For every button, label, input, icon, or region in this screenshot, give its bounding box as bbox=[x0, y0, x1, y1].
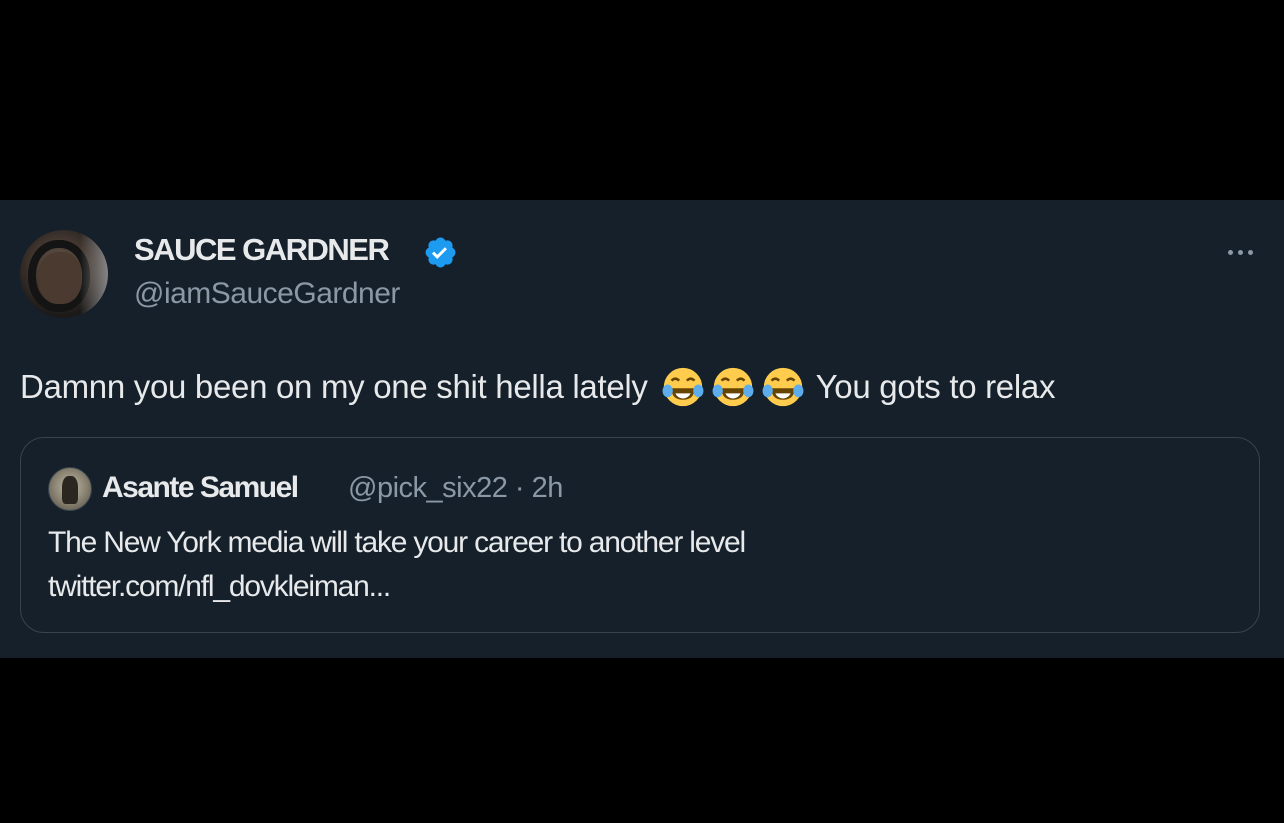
face-with-tears-of-joy-icon bbox=[662, 367, 704, 407]
avatar-background bbox=[80, 230, 108, 318]
face-with-tears-of-joy-icon bbox=[762, 367, 804, 407]
more-dot bbox=[1227, 249, 1233, 255]
quoted-author-avatar bbox=[48, 467, 92, 511]
tweet-text-before: Damnn you been on my one shit hella late… bbox=[20, 368, 648, 405]
author-handle[interactable]: @iamSauceGardner bbox=[134, 277, 400, 311]
avatar-face bbox=[38, 252, 82, 304]
quoted-link[interactable]: twitter.com/nfl_dovkleiman... bbox=[48, 565, 745, 609]
face-with-tears-of-joy-icon bbox=[712, 367, 754, 407]
quoted-author-name: Asante Samuel bbox=[102, 471, 299, 504]
quoted-author-meta: @pick_six22 · 2h bbox=[348, 472, 563, 504]
quoted-tweet-text: The New York media will take your career… bbox=[48, 521, 746, 609]
screenshot-stage: SAUCE GARDNER @iamSauceGardner Damnn you… bbox=[0, 0, 1284, 823]
tweet-text-after: You gots to relax bbox=[815, 368, 1056, 405]
author-avatar[interactable] bbox=[20, 230, 108, 318]
tweet-text: Damnn you been on my one shit hella late… bbox=[20, 364, 1055, 410]
more-options-icon[interactable] bbox=[1220, 240, 1260, 264]
emoji-group bbox=[660, 364, 806, 410]
author-display-name[interactable]: SAUCE GARDNER bbox=[134, 232, 390, 268]
more-dot bbox=[1247, 249, 1253, 255]
quoted-text-line: The New York media will take your career… bbox=[48, 526, 746, 559]
avatar-figure bbox=[62, 476, 78, 504]
more-dot bbox=[1237, 249, 1243, 255]
verified-badge-icon bbox=[425, 237, 456, 268]
